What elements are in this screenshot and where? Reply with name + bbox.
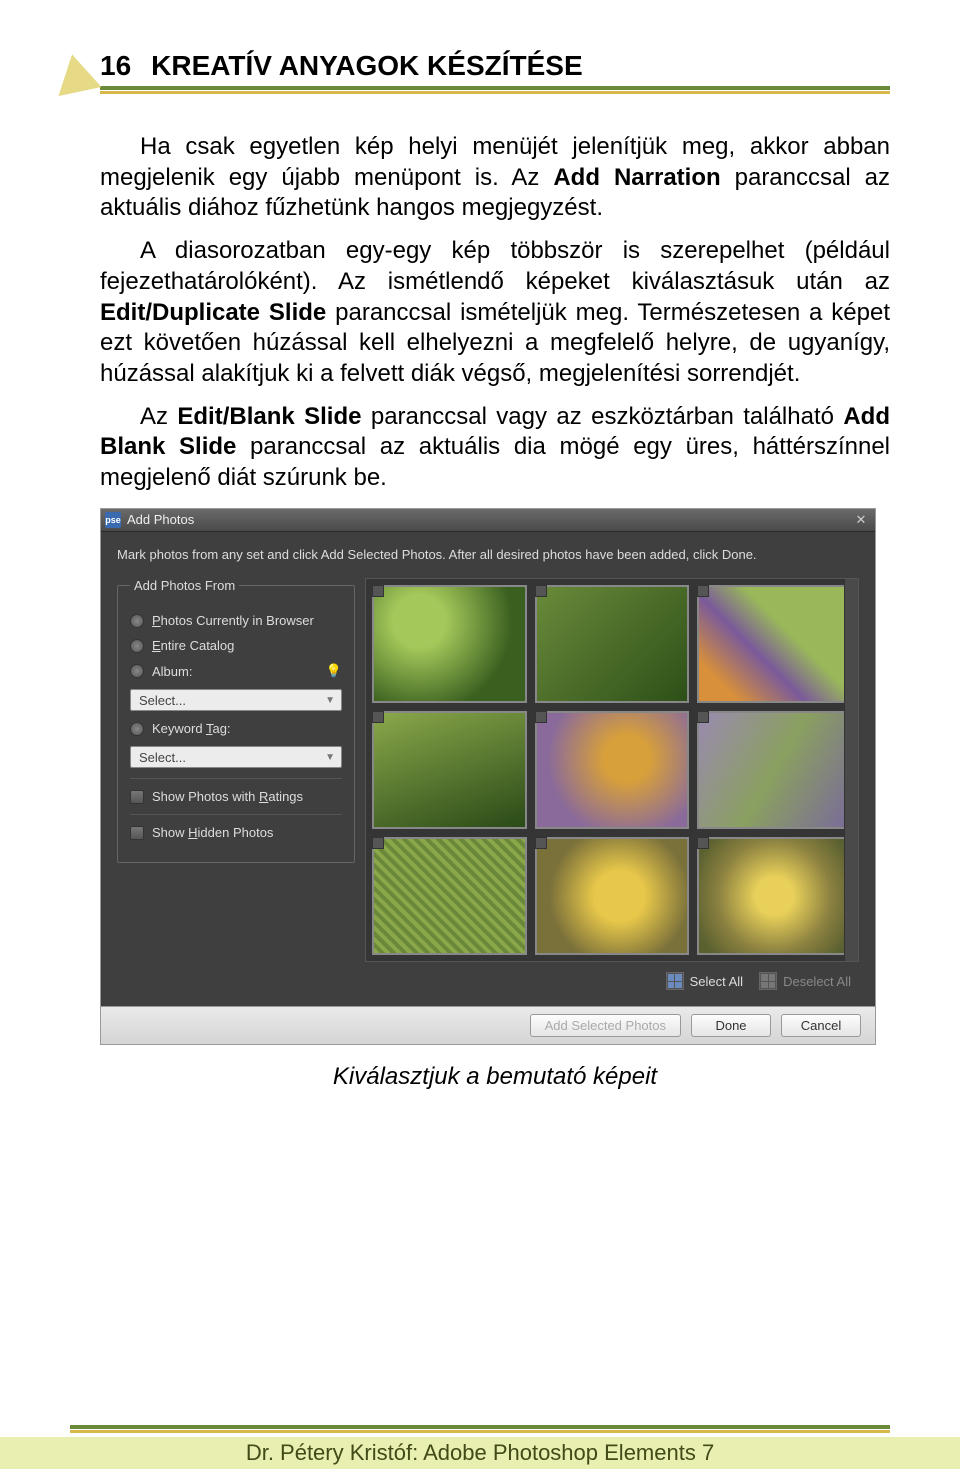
select-all-button[interactable]: Select All <box>666 972 743 990</box>
thumb-checkbox[interactable] <box>697 837 709 849</box>
thumb-checkbox[interactable] <box>535 585 547 597</box>
divider <box>130 778 342 779</box>
thumbnail[interactable] <box>372 585 527 703</box>
app-icon: pse <box>105 512 121 528</box>
dialog-button-bar: Add Selected Photos Done Cancel <box>101 1006 875 1044</box>
thumb-checkbox[interactable] <box>697 585 709 597</box>
group-legend: Add Photos From <box>130 578 239 593</box>
deselect-all-button[interactable]: Deselect All <box>759 972 851 990</box>
footer-text: Dr. Pétery Kristóf: Adobe Photoshop Elem… <box>0 1437 960 1469</box>
deselect-all-icon <box>759 972 777 990</box>
cancel-button[interactable]: Cancel <box>781 1014 861 1037</box>
thumbnail[interactable] <box>372 837 527 955</box>
close-icon[interactable]: ✕ <box>853 513 869 527</box>
thumbnail[interactable] <box>697 585 852 703</box>
thumb-checkbox[interactable] <box>535 837 547 849</box>
radio-entire-catalog[interactable]: Entire Catalog <box>130 638 342 653</box>
footer-rule-orange <box>70 1430 890 1433</box>
paragraph-2: A diasorozatban egy-egy kép többször is … <box>100 236 890 390</box>
checkbox-show-hidden[interactable]: Show Hidden Photos <box>130 825 342 840</box>
radio-keyword-tag[interactable]: Keyword Tag: <box>130 721 342 736</box>
scrollbar[interactable] <box>844 579 858 961</box>
rule-green <box>100 86 890 90</box>
decorative-triangle <box>51 50 102 96</box>
thumbnail[interactable] <box>535 837 690 955</box>
figure-caption: Kiválasztjuk a bemutató képeit <box>100 1063 890 1091</box>
chevron-down-icon: ▼ <box>325 695 335 706</box>
rule-orange <box>100 91 890 94</box>
checkbox-icon <box>130 790 144 804</box>
radio-icon <box>130 639 144 653</box>
add-selected-photos-button[interactable]: Add Selected Photos <box>530 1014 681 1037</box>
thumb-checkbox[interactable] <box>372 585 384 597</box>
album-select[interactable]: Select... ▼ <box>130 689 342 711</box>
radio-icon <box>130 664 144 678</box>
thumb-checkbox[interactable] <box>535 711 547 723</box>
radio-icon <box>130 614 144 628</box>
chevron-down-icon: ▼ <box>325 752 335 763</box>
keyword-tag-select[interactable]: Select... ▼ <box>130 746 342 768</box>
thumbnail[interactable] <box>535 585 690 703</box>
footer-rule-green <box>70 1425 890 1429</box>
thumbnail[interactable] <box>697 837 852 955</box>
thumbnail[interactable] <box>372 711 527 829</box>
dialog-title: Add Photos <box>127 512 194 527</box>
dialog-titlebar[interactable]: pse Add Photos ✕ <box>101 509 875 532</box>
photo-thumbnail-grid[interactable] <box>365 578 859 962</box>
checkbox-icon <box>130 826 144 840</box>
dialog-instructions: Mark photos from any set and click Add S… <box>117 546 859 564</box>
thumb-checkbox[interactable] <box>372 837 384 849</box>
checkbox-show-ratings[interactable]: Show Photos with Ratings <box>130 789 342 804</box>
done-button[interactable]: Done <box>691 1014 771 1037</box>
radio-photos-in-browser[interactable]: Photos Currently in Browser <box>130 613 342 628</box>
select-all-icon <box>666 972 684 990</box>
bulb-icon: 💡 <box>326 663 342 679</box>
page-number: 16 <box>100 50 131 82</box>
radio-icon <box>130 722 144 736</box>
radio-album[interactable]: Album: 💡 <box>130 663 342 679</box>
thumbnail[interactable] <box>535 711 690 829</box>
paragraph-1: Ha csak egyetlen kép helyi menüjét jelen… <box>100 132 890 224</box>
thumb-checkbox[interactable] <box>372 711 384 723</box>
add-photos-dialog: pse Add Photos ✕ Mark photos from any se… <box>100 508 876 1045</box>
paragraph-3: Az Edit/Blank Slide paranccsal vagy az e… <box>100 402 890 494</box>
add-photos-from-group: Add Photos From Photos Currently in Brow… <box>117 578 355 863</box>
page-title: KREATÍV ANYAGOK KÉSZÍTÉSE <box>151 50 582 82</box>
thumb-checkbox[interactable] <box>697 711 709 723</box>
divider <box>130 814 342 815</box>
thumbnail[interactable] <box>697 711 852 829</box>
